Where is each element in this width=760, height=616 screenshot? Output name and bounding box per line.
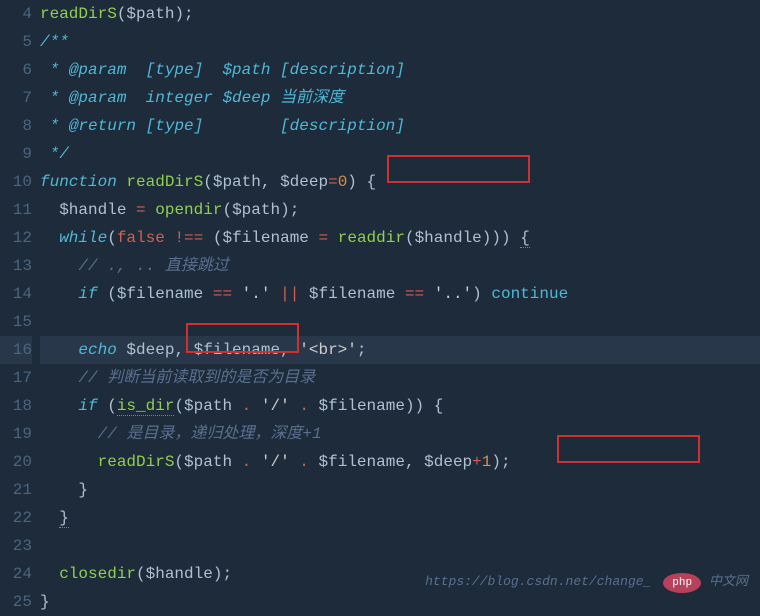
- line-number: 13: [0, 252, 32, 280]
- line-number: 8: [0, 112, 32, 140]
- watermark: https://blog.csdn.net/change_ php 中文网: [425, 568, 748, 596]
- code-line[interactable]: [40, 308, 760, 336]
- line-number: 19: [0, 420, 32, 448]
- code-line[interactable]: * @param integer $deep 当前深度: [40, 84, 760, 112]
- line-number: 17: [0, 364, 32, 392]
- code-line[interactable]: /**: [40, 28, 760, 56]
- code-line[interactable]: * @param [type] $path [description]: [40, 56, 760, 84]
- line-number: 22: [0, 504, 32, 532]
- line-number: 10: [0, 168, 32, 196]
- line-number: 25: [0, 588, 32, 616]
- code-line[interactable]: */: [40, 140, 760, 168]
- code-line[interactable]: }: [40, 504, 760, 532]
- line-number: 4: [0, 0, 32, 28]
- line-number: 20: [0, 448, 32, 476]
- code-line[interactable]: * @return [type] [description]: [40, 112, 760, 140]
- code-line[interactable]: [40, 532, 760, 560]
- code-line[interactable]: while(false !== ($filename = readdir($ha…: [40, 224, 760, 252]
- line-number: 7: [0, 84, 32, 112]
- code-line[interactable]: if ($filename == '.' || $filename == '..…: [40, 280, 760, 308]
- code-area[interactable]: readDirS($path); /** * @param [type] $pa…: [40, 0, 760, 604]
- line-number: 5: [0, 28, 32, 56]
- code-line[interactable]: }: [40, 476, 760, 504]
- line-number: 24: [0, 560, 32, 588]
- code-line[interactable]: if (is_dir($path . '/' . $filename)) {: [40, 392, 760, 420]
- line-number: 12: [0, 224, 32, 252]
- line-number: 15: [0, 308, 32, 336]
- code-line[interactable]: $handle = opendir($path);: [40, 196, 760, 224]
- code-line[interactable]: function readDirS($path, $deep=0) {: [40, 168, 760, 196]
- line-number: 21: [0, 476, 32, 504]
- line-number: 9: [0, 140, 32, 168]
- line-number: 11: [0, 196, 32, 224]
- code-line[interactable]: // ., .. 直接跳过: [40, 252, 760, 280]
- code-editor: 4 5 6 7 8 9 10 11 12 13 14 15 16 17 18 1…: [0, 0, 760, 604]
- code-line[interactable]: // 是目录，递归处理，深度+1: [40, 420, 760, 448]
- code-line[interactable]: readDirS($path . '/' . $filename, $deep+…: [40, 448, 760, 476]
- code-line[interactable]: // 判断当前读取到的是否为目录: [40, 364, 760, 392]
- line-number: 14: [0, 280, 32, 308]
- code-line[interactable]: echo $deep, $filename, '<br>';: [40, 336, 760, 364]
- line-gutter: 4 5 6 7 8 9 10 11 12 13 14 15 16 17 18 1…: [0, 0, 40, 604]
- line-number: 23: [0, 532, 32, 560]
- php-badge: php: [663, 573, 701, 593]
- code-line[interactable]: readDirS($path);: [40, 0, 760, 28]
- line-number: 16: [0, 336, 32, 364]
- line-number: 18: [0, 392, 32, 420]
- line-number: 6: [0, 56, 32, 84]
